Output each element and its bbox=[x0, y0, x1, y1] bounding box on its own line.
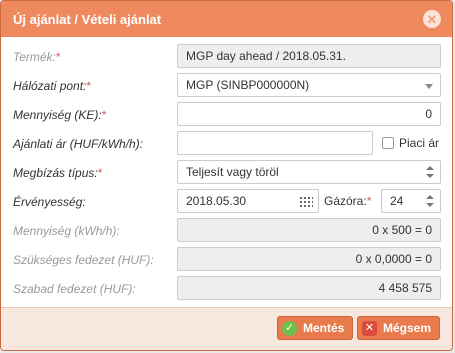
order-type-row: Megbízás típus:* Teljesít vagy töröl bbox=[1, 160, 452, 186]
order-type-value: Teljesít vagy töröl bbox=[186, 165, 279, 179]
product-field: MGP day ahead / 2018.05.31. bbox=[177, 44, 441, 68]
chevron-up-icon[interactable] bbox=[426, 195, 434, 199]
network-point-value: MGP (SINBP000000N) bbox=[186, 78, 310, 92]
hour-stepper[interactable]: 24 bbox=[381, 189, 441, 213]
quantity-kwh-row: Mennyiség (kWh/h): 0 x 500 = 0 bbox=[1, 218, 452, 244]
quantity-row: Mennyiség (KE):* 0 bbox=[1, 102, 452, 128]
free-cover-label: Szabad fedezet (HUF): bbox=[13, 282, 136, 296]
save-button[interactable]: ✓ Mentés bbox=[277, 316, 354, 340]
calendar-icon[interactable] bbox=[300, 195, 313, 207]
chevron-down-icon bbox=[426, 174, 434, 178]
order-type-select[interactable]: Teljesít vagy töröl bbox=[177, 160, 441, 184]
price-label: Ajánlati ár (HUF/kWh/h): bbox=[13, 137, 144, 151]
quantity-kwh-field: 0 x 500 = 0 bbox=[177, 218, 441, 242]
required-cover-field: 0 x 0,0000 = 0 bbox=[177, 247, 441, 271]
validity-label: Érvényesség: bbox=[13, 195, 86, 209]
hour-value: 24 bbox=[390, 194, 404, 208]
validity-row: Érvényesség: 2018.05.30 Gázóra:* 24 bbox=[1, 189, 452, 215]
cancel-button-label: Mégsem bbox=[383, 321, 432, 335]
chevron-up-icon bbox=[426, 166, 434, 170]
chevron-down-icon[interactable] bbox=[426, 203, 434, 207]
quantity-kwh-label: Mennyiség (kWh/h): bbox=[13, 224, 120, 238]
chevron-down-icon bbox=[425, 84, 433, 89]
product-label: Termék:* bbox=[13, 50, 61, 64]
x-square-icon: ✕ bbox=[362, 320, 377, 336]
price-row: Ajánlati ár (HUF/kWh/h): Piaci ár bbox=[1, 131, 452, 157]
free-cover-field: 4 458 575 bbox=[177, 276, 441, 300]
network-point-row: Hálózati pont:* MGP (SINBP000000N) bbox=[1, 73, 452, 99]
dialog-footer: ✓ Mentés ✕ Mégsem bbox=[1, 307, 452, 350]
free-cover-row: Szabad fedezet (HUF): 4 458 575 bbox=[1, 276, 452, 302]
hour-label: Gázóra:* bbox=[324, 194, 372, 208]
required-cover-row: Szükséges fedezet (HUF): 0 x 0,0000 = 0 bbox=[1, 247, 452, 273]
product-row: Termék:* MGP day ahead / 2018.05.31. bbox=[1, 44, 452, 70]
quantity-input[interactable]: 0 bbox=[177, 102, 441, 126]
order-type-label: Megbízás típus:* bbox=[13, 166, 103, 180]
dialog-titlebar: Új ajánlat / Vételi ajánlat ✕ bbox=[1, 1, 452, 37]
check-circle-icon: ✓ bbox=[282, 320, 297, 336]
dialog-title: Új ajánlat / Vételi ajánlat bbox=[13, 11, 162, 27]
quantity-label: Mennyiség (KE):* bbox=[13, 108, 107, 122]
network-point-select[interactable]: MGP (SINBP000000N) bbox=[177, 73, 441, 97]
network-point-label: Hálózati pont:* bbox=[13, 79, 92, 93]
price-input[interactable] bbox=[177, 131, 373, 155]
close-icon[interactable]: ✕ bbox=[423, 10, 441, 28]
market-price-label: Piaci ár bbox=[399, 136, 440, 150]
cancel-button[interactable]: ✕ Mégsem bbox=[357, 316, 441, 340]
validity-date-input[interactable]: 2018.05.30 bbox=[177, 189, 319, 213]
new-offer-dialog: Új ajánlat / Vételi ajánlat ✕ Termék:* M… bbox=[0, 0, 453, 351]
market-price-checkbox[interactable] bbox=[382, 137, 394, 149]
required-cover-label: Szükséges fedezet (HUF): bbox=[13, 253, 154, 267]
save-button-label: Mentés bbox=[303, 321, 345, 335]
validity-date-value: 2018.05.30 bbox=[186, 194, 247, 208]
